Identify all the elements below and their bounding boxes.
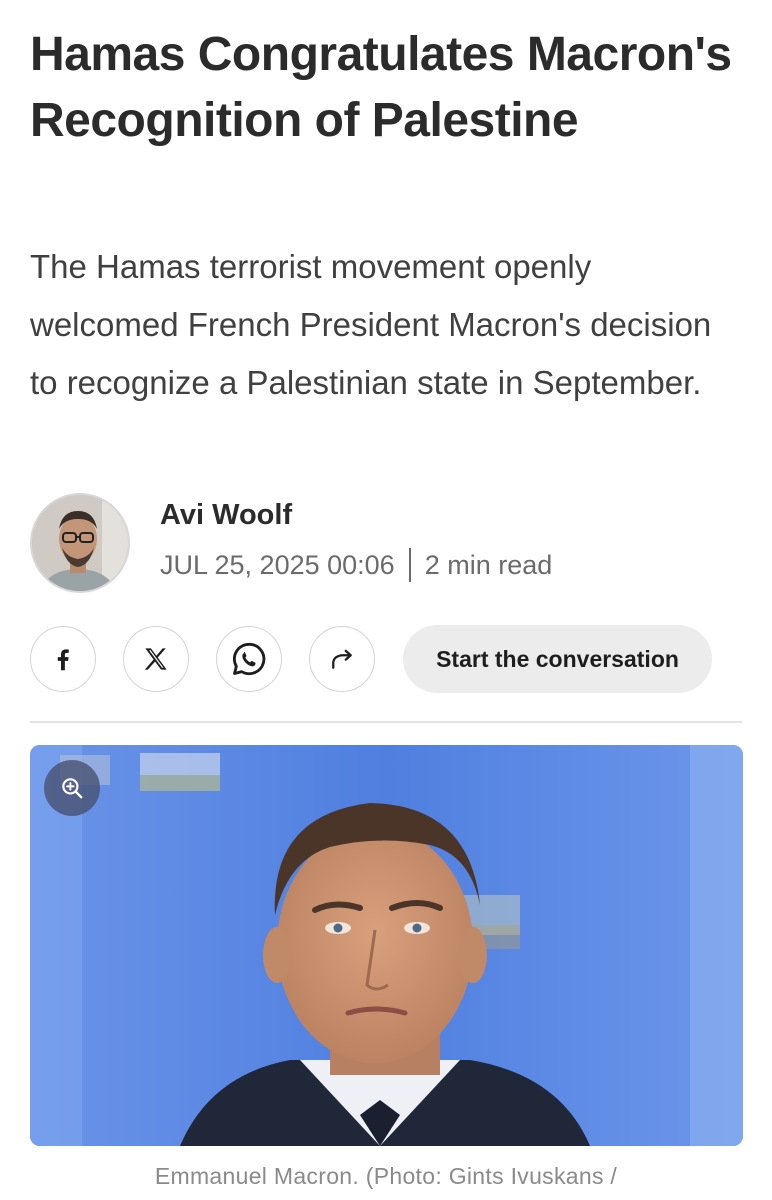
section-divider [30,721,742,723]
macron-photo [30,745,743,1146]
article-page: Hamas Congratulates Macron's Recognition… [0,0,772,1200]
author-name[interactable]: Avi Woolf [160,499,292,532]
article-meta: JUL 25, 2025 00:06 2 min read [160,548,552,582]
share-toolbar: Start the conversation [30,625,742,693]
meta-separator [408,548,411,582]
article-headline: Hamas Congratulates Macron's Recognition… [30,28,732,147]
zoom-button[interactable] [44,760,100,816]
facebook-share-button[interactable] [30,626,96,692]
share-button[interactable] [309,626,375,692]
start-conversation-button[interactable]: Start the conversation [403,625,712,693]
author-avatar[interactable] [30,493,130,593]
publish-date: JUL 25, 2025 00:06 [160,549,395,580]
x-icon [144,648,167,670]
image-caption: Emmanuel Macron. (Photo: Gints Ivuskans … [154,1163,618,1189]
whatsapp-icon [233,642,266,676]
facebook-icon [57,649,69,671]
byline: Avi Woolf JUL 25, 2025 00:06 2 min read [30,493,742,593]
share-arrow-icon [332,649,352,669]
x-share-button[interactable] [123,626,189,692]
read-time: 2 min read [424,549,553,580]
article-subheadline: The Hamas terrorist movement openly welc… [30,248,712,401]
whatsapp-share-button[interactable] [216,626,282,692]
author-photo [32,495,128,591]
article-hero-image[interactable] [30,745,743,1146]
zoom-in-icon [62,778,83,799]
